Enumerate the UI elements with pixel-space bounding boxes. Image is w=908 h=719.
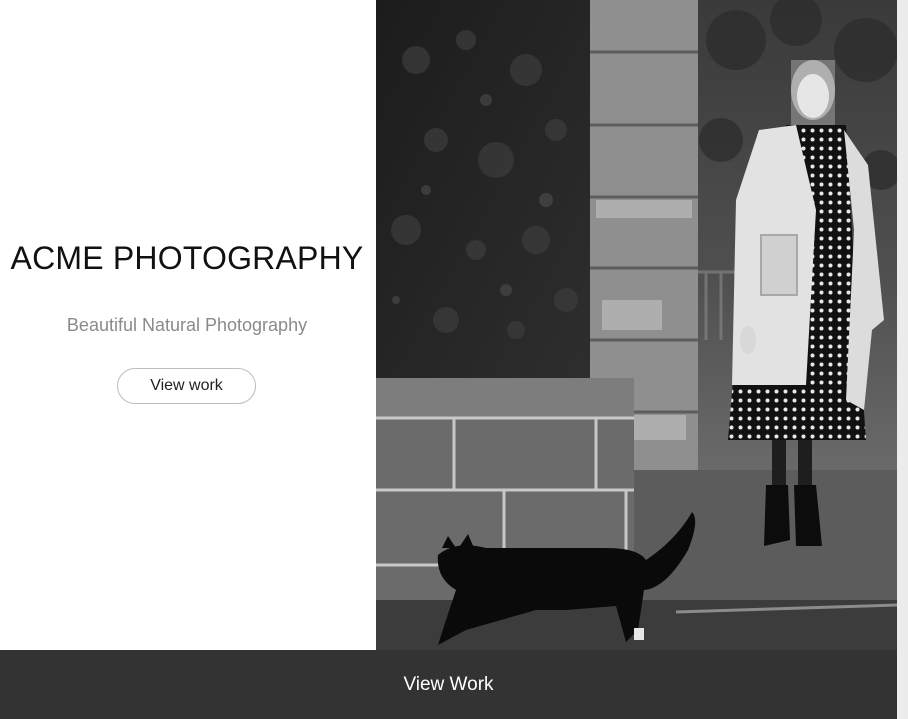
view-work-button[interactable]: View work [117, 368, 256, 404]
hero-photo [376, 0, 897, 650]
hero-photo-illustration [376, 0, 897, 650]
brand-title: ACME PHOTOGRAPHY [10, 240, 364, 276]
hero-intro: ACME PHOTOGRAPHY Beautiful Natural Photo… [0, 0, 376, 650]
footer-bar: View Work [0, 650, 897, 719]
footer-view-work-link[interactable]: View Work [0, 650, 897, 719]
page-scrollbar[interactable] [897, 0, 908, 719]
brand-subtitle: Beautiful Natural Photography [66, 315, 308, 335]
page: ACME PHOTOGRAPHY Beautiful Natural Photo… [0, 0, 908, 719]
